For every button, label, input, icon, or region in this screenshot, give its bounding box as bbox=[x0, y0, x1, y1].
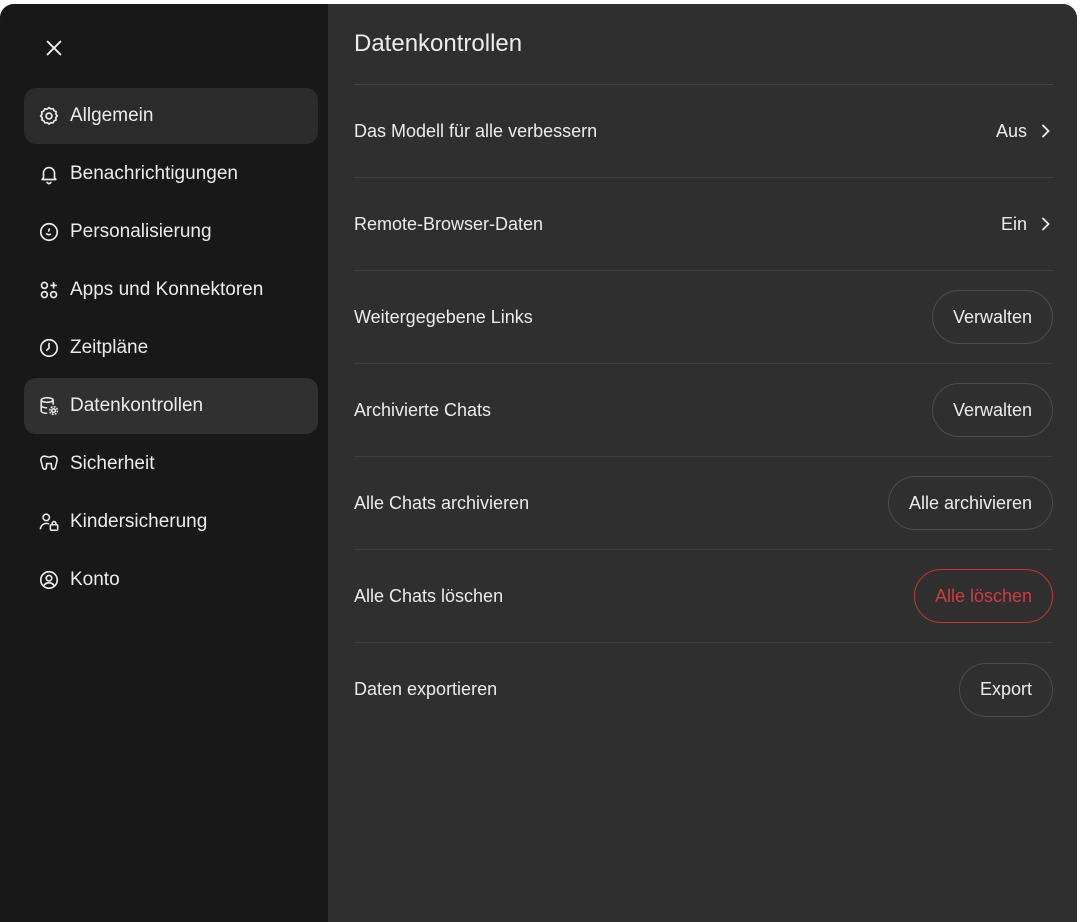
archive-all-button[interactable]: Alle archivieren bbox=[887, 476, 1053, 530]
gear-icon bbox=[38, 105, 60, 127]
modell-verbessern-toggle[interactable]: Aus bbox=[996, 121, 1053, 142]
database-gear-icon bbox=[38, 395, 60, 417]
sidebar-item-label: Datenkontrollen bbox=[70, 395, 204, 416]
sidebar-item-allgemein[interactable]: Allgemein bbox=[24, 88, 318, 144]
setting-row-archived-chats: Archivierte Chats Verwalten bbox=[354, 364, 1053, 457]
manage-archived-chats-button[interactable]: Verwalten bbox=[931, 383, 1053, 437]
sidebar-item-label: Zeitpläne bbox=[70, 337, 149, 358]
setting-row-shared-links: Weitergegebene Links Verwalten bbox=[354, 271, 1053, 364]
setting-label: Daten exportieren bbox=[354, 679, 498, 699]
sidebar-item-label: Kindersicherung bbox=[70, 511, 208, 532]
setting-label: Alle Chats archivieren bbox=[354, 492, 530, 513]
sidebar-item-konto[interactable]: Konto bbox=[24, 552, 318, 608]
personalization-icon bbox=[38, 221, 60, 243]
settings-nav: Allgemein Benachrichtigungen Personalisi… bbox=[0, 88, 328, 610]
setting-value: Ein bbox=[1000, 213, 1027, 234]
setting-label: Remote-Browser-Daten bbox=[354, 213, 544, 234]
close-icon bbox=[46, 40, 62, 56]
sidebar-item-kindersicherung[interactable]: Kindersicherung bbox=[24, 494, 318, 550]
bell-icon bbox=[38, 163, 60, 185]
setting-label: Alle Chats löschen bbox=[354, 585, 504, 606]
setting-row-export: Daten exportieren Export bbox=[354, 643, 1053, 736]
export-button[interactable]: Export bbox=[958, 662, 1053, 717]
sidebar-item-label: Apps und Konnektoren bbox=[70, 279, 264, 300]
delete-all-button[interactable]: Alle löschen bbox=[913, 569, 1053, 623]
setting-row-archive-all: Alle Chats archivieren Alle archivieren bbox=[354, 457, 1053, 550]
setting-row-remote-browser: Remote-Browser-Daten Ein bbox=[354, 178, 1053, 271]
chevron-right-icon bbox=[1039, 124, 1053, 138]
sidebar-item-label: Personalisierung bbox=[70, 221, 212, 242]
chevron-right-icon bbox=[1039, 217, 1053, 231]
sidebar-item-apps[interactable]: Apps und Konnektoren bbox=[24, 262, 318, 318]
apps-icon bbox=[38, 279, 60, 301]
setting-value: Aus bbox=[995, 120, 1027, 141]
account-icon bbox=[38, 569, 60, 591]
sidebar-item-datenkontrollen[interactable]: Datenkontrollen bbox=[24, 378, 318, 434]
shield-icon bbox=[38, 453, 60, 475]
page-title: Datenkontrollen bbox=[354, 4, 1053, 85]
setting-label: Weitergegebene Links bbox=[354, 306, 533, 327]
sidebar-item-label: Benachrichtigungen bbox=[70, 163, 238, 184]
sidebar-item-sicherheit[interactable]: Sicherheit bbox=[24, 436, 318, 492]
remote-browser-toggle[interactable]: Ein bbox=[1001, 214, 1053, 235]
sidebar-item-zeitplaene[interactable]: Zeitpläne bbox=[24, 320, 318, 376]
manage-shared-links-button[interactable]: Verwalten bbox=[931, 290, 1053, 344]
close-button[interactable] bbox=[40, 34, 68, 62]
settings-sidebar: Allgemein Benachrichtigungen Personalisi… bbox=[0, 4, 328, 922]
clock-icon bbox=[38, 337, 60, 359]
setting-row-modell-verbessern: Das Modell für alle verbessern Aus bbox=[354, 85, 1053, 178]
setting-label: Archivierte Chats bbox=[354, 399, 492, 420]
sidebar-item-label: Sicherheit bbox=[70, 453, 155, 474]
settings-panel: Datenkontrollen Das Modell für alle verb… bbox=[328, 4, 1077, 922]
sidebar-item-benachrichtigungen[interactable]: Benachrichtigungen bbox=[24, 146, 318, 202]
setting-row-delete-all: Alle Chats löschen Alle löschen bbox=[354, 550, 1053, 643]
parental-lock-icon bbox=[38, 511, 60, 533]
settings-dialog: Allgemein Benachrichtigungen Personalisi… bbox=[0, 4, 1077, 922]
sidebar-item-label: Konto bbox=[70, 569, 120, 590]
setting-label: Das Modell für alle verbessern bbox=[354, 120, 598, 141]
sidebar-item-personalisierung[interactable]: Personalisierung bbox=[24, 204, 318, 260]
sidebar-item-label: Allgemein bbox=[70, 105, 154, 126]
